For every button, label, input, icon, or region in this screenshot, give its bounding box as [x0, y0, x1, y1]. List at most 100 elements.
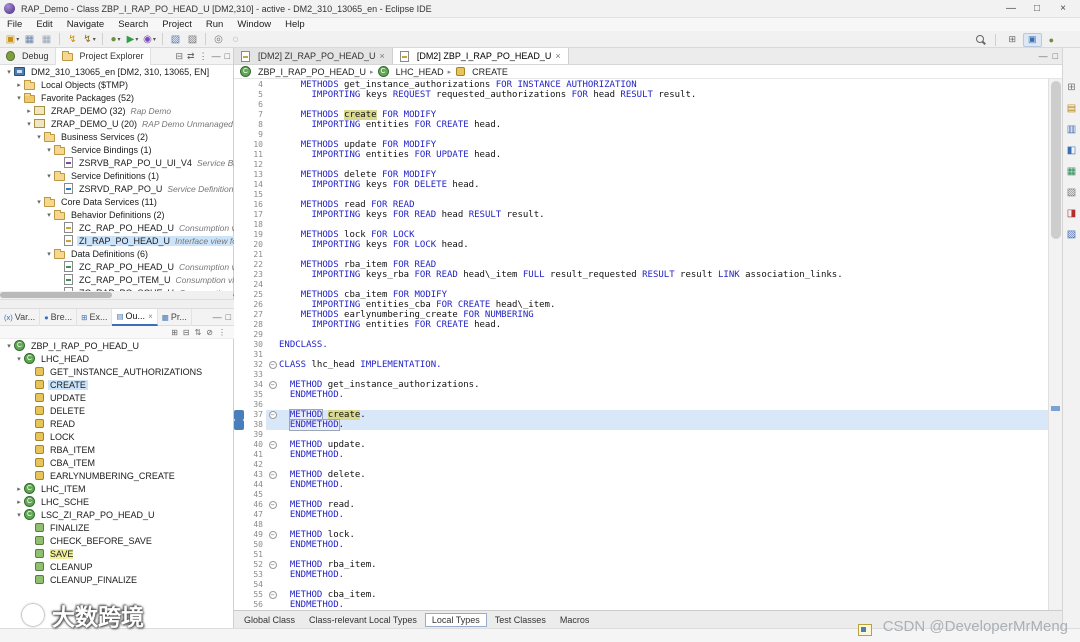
code-line-38[interactable]: 38 ENDMETHOD.: [234, 420, 1048, 430]
project-item-business-services-2[interactable]: ▾ Business Services (2): [0, 130, 234, 143]
code-line-25[interactable]: 25 METHODS cba_item FOR MODIFY: [234, 290, 1048, 300]
variables-view-tab[interactable]: (x) Var...: [0, 308, 41, 326]
editor-tab-dm2-zi-rap-po-head-u[interactable]: [DM2] ZI_RAP_PO_HEAD_U ×: [234, 48, 393, 64]
code-line-46[interactable]: 46− METHOD read.: [234, 500, 1048, 510]
collapse-arrow-icon[interactable]: ▾: [34, 133, 44, 141]
outline-item-zbp-i-rap-po-head-u[interactable]: ▾ ZBP_I_RAP_PO_HEAD_U: [0, 339, 234, 352]
code-line-22[interactable]: 22 METHODS rba_item FOR READ: [234, 260, 1048, 270]
minimize-view-icon[interactable]: —: [213, 309, 222, 326]
code-line-48[interactable]: 48: [234, 520, 1048, 530]
fold-marker-icon[interactable]: −: [266, 470, 279, 480]
collapse-arrow-icon[interactable]: ▾: [4, 68, 14, 76]
code-line-45[interactable]: 45: [234, 490, 1048, 500]
expand-arrow-icon[interactable]: ▸: [14, 485, 24, 493]
code-line-9[interactable]: 9: [234, 130, 1048, 140]
code-line-52[interactable]: 52− METHOD rba_item.: [234, 560, 1048, 570]
project-item-zrap-demo-32[interactable]: ▸ ZRAP_DEMO (32) Rap Demo: [0, 104, 234, 117]
outline-item-lock[interactable]: LOCK: [0, 430, 234, 443]
code-line-41[interactable]: 41 ENDMETHOD.: [234, 450, 1048, 460]
expand-arrow-icon[interactable]: ▸: [24, 107, 34, 115]
where-used-list-icon[interactable]: ◎: [211, 32, 226, 47]
view-menu-icon[interactable]: ⋮: [199, 48, 208, 65]
code-line-11[interactable]: 11 IMPORTING entities FOR UPDATE head.: [234, 150, 1048, 160]
code-line-44[interactable]: 44 ENDMETHOD.: [234, 480, 1048, 490]
restore-transport-organizer-view-icon[interactable]: ▤: [1067, 103, 1076, 115]
code-line-56[interactable]: 56 ENDMETHOD.: [234, 600, 1048, 610]
expressions-view-tab[interactable]: ⊞ Ex...: [77, 308, 113, 326]
editor-vscrollbar[interactable]: [1048, 79, 1062, 610]
code-line-42[interactable]: 42: [234, 460, 1048, 470]
code-line-55[interactable]: 55− METHOD cba_item.: [234, 590, 1048, 600]
menu-edit[interactable]: Edit: [29, 19, 59, 30]
outline-item-lsc-zi-rap-po-head-u[interactable]: ▾ LSC_ZI_RAP_PO_HEAD_U: [0, 508, 234, 521]
project-explorer-view-tab[interactable]: Project Explorer: [55, 47, 151, 65]
code-line-18[interactable]: 18: [234, 220, 1048, 230]
project-item-zrap-demo-u-20[interactable]: ▾ ZRAP_DEMO_U (20) RAP Demo Unmanaged: [0, 117, 234, 130]
editor-section-tab-test-classes[interactable]: Test Classes: [489, 614, 552, 626]
menu-help[interactable]: Help: [278, 19, 312, 30]
outline-item-lhc-item[interactable]: ▸ LHC_ITEM: [0, 482, 234, 495]
minimize-window-button[interactable]: —: [998, 3, 1024, 14]
code-line-6[interactable]: 6: [234, 100, 1048, 110]
code-line-28[interactable]: 28 IMPORTING entities FOR CREATE head.: [234, 320, 1048, 330]
outline-item-lhc-sche[interactable]: ▸ LHC_SCHE: [0, 495, 234, 508]
breadcrumb-item-create[interactable]: CREATE: [455, 67, 508, 77]
fold-marker-icon[interactable]: −: [266, 380, 279, 390]
code-line-7[interactable]: 7 METHODS create FOR MODIFY: [234, 110, 1048, 120]
outline-item-lhc-head[interactable]: ▾ LHC_HEAD: [0, 352, 234, 365]
minimize-view-icon[interactable]: —: [212, 48, 221, 65]
outline-item-rba-item[interactable]: RBA_ITEM: [0, 443, 234, 456]
restore-problems-view-icon[interactable]: ▦: [1067, 166, 1076, 178]
menu-file[interactable]: File: [0, 19, 29, 30]
collapse-all-icon[interactable]: ⊟: [175, 48, 183, 65]
code-line-10[interactable]: 10 METHODS update FOR MODIFY: [234, 140, 1048, 150]
collapse-arrow-icon[interactable]: ▾: [14, 511, 24, 519]
open-perspective-button[interactable]: ⊞: [1005, 33, 1021, 47]
code-line-23[interactable]: 23 IMPORTING keys_rba FOR READ head\_ite…: [234, 270, 1048, 280]
breakpoints-view-tab[interactable]: ● Bre...: [40, 308, 78, 326]
code-line-36[interactable]: 36: [234, 400, 1048, 410]
abap-element-info-icon[interactable]: ◌: [228, 32, 243, 47]
link-with-editor-icon[interactable]: ⇄: [187, 48, 195, 65]
outline-item-create[interactable]: CREATE: [0, 378, 234, 391]
fold-marker-icon[interactable]: −: [266, 360, 279, 370]
vscrollbar-thumb[interactable]: [1051, 81, 1061, 239]
expand-all-icon[interactable]: ⊞: [171, 328, 178, 337]
breadcrumb-item-zbp-i-rap-po-head-u[interactable]: ZBP_I_RAP_PO_HEAD_U: [240, 66, 366, 77]
outline-item-cleanup-finalize[interactable]: CLEANUP_FINALIZE: [0, 573, 234, 586]
outline-item-cba-item[interactable]: CBA_ITEM: [0, 456, 234, 469]
fold-marker-icon[interactable]: −: [266, 440, 279, 450]
activate-multiple-dropdown-arrow[interactable]: ▾: [93, 36, 96, 43]
project-item-zi-rap-po-head-u[interactable]: ZI_RAP_PO_HEAD_U Interface view fo...: [0, 234, 234, 247]
maximize-window-button[interactable]: □: [1024, 3, 1050, 14]
sort-icon[interactable]: ⇅: [195, 328, 202, 337]
activate-icon[interactable]: ↯: [65, 32, 80, 47]
restore-tasks-view-icon[interactable]: ▨: [1067, 229, 1076, 241]
maximize-editor-icon[interactable]: □: [1053, 51, 1058, 61]
project-item-data-definitions-6[interactable]: ▾ Data Definitions (6): [0, 247, 234, 260]
profile-icon[interactable]: ◉ ▾: [142, 32, 157, 47]
outline-item-get-instance-authorizations[interactable]: GET_INSTANCE_AUTHORIZATIONS: [0, 365, 234, 378]
code-line-47[interactable]: 47 ENDMETHOD.: [234, 510, 1048, 520]
collapse-arrow-icon[interactable]: ▾: [44, 172, 54, 180]
run-icon[interactable]: ▶ ▾: [125, 32, 140, 47]
outline-item-cleanup[interactable]: CLEANUP: [0, 560, 234, 573]
restore-connections-view-icon[interactable]: ⊞: [1067, 82, 1075, 94]
code-line-49[interactable]: 49− METHOD lock.: [234, 530, 1048, 540]
project-item-zsrvd-rap-po-u[interactable]: ZSRVD_RAP_PO_U Service Definition ...: [0, 182, 234, 195]
project-item-zsrvb-rap-po-u-ui-v4[interactable]: ZSRVB_RAP_PO_U_UI_V4 Service Bind...: [0, 156, 234, 169]
outline-item-check-before-save[interactable]: CHECK_BEFORE_SAVE: [0, 534, 234, 547]
properties-view-tab[interactable]: ▦ Pr...: [158, 308, 192, 326]
filter-icon[interactable]: ⊘: [206, 328, 213, 337]
code-line-43[interactable]: 43− METHOD delete.: [234, 470, 1048, 480]
project-item-dm2-310-13065-en-dm2-310-13065-en[interactable]: ▾ DM2_310_13065_en [DM2, 310, 13065, EN]: [0, 65, 234, 78]
code-line-30[interactable]: 30 ENDCLASS.: [234, 340, 1048, 350]
fold-marker-icon[interactable]: −: [266, 590, 279, 600]
collapse-arrow-icon[interactable]: ▾: [34, 198, 44, 206]
code-line-5[interactable]: 5 IMPORTING keys REQUEST requested_autho…: [234, 90, 1048, 100]
close-tab-icon[interactable]: ×: [555, 51, 560, 61]
code-line-29[interactable]: 29: [234, 330, 1048, 340]
code-line-12[interactable]: 12: [234, 160, 1048, 170]
fold-marker-icon[interactable]: −: [266, 410, 279, 420]
collapse-arrow-icon[interactable]: ▾: [4, 342, 14, 350]
